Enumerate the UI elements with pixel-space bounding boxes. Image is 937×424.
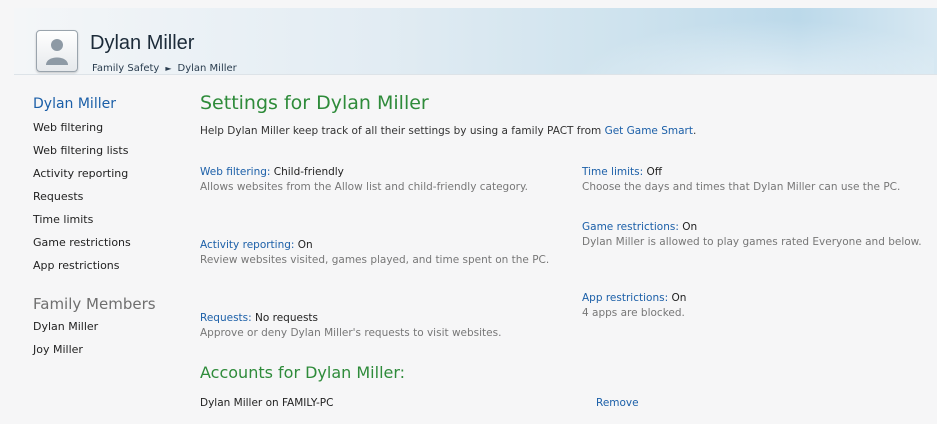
family-members-heading: Family Members (33, 295, 156, 313)
sidebar: Dylan Miller Web filtering Web filtering… (33, 96, 183, 361)
sidebar-item-requests[interactable]: Requests (33, 185, 183, 208)
web-filtering-setting: Web filtering: Child-friendly Allows web… (200, 165, 545, 195)
requests-setting: Requests: No requests Approve or deny Dy… (200, 311, 580, 341)
time-limits-link[interactable]: Time limits: (582, 166, 643, 178)
game-restrictions-setting: Game restrictions: On Dylan Miller is al… (582, 220, 922, 250)
settings-heading: Settings for Dylan Miller (200, 92, 429, 114)
requests-desc: Approve or deny Dylan Miller's requests … (200, 327, 502, 339)
family-member-joy[interactable]: Joy Miller (33, 338, 183, 361)
time-limits-value: Off (646, 166, 662, 178)
breadcrumb-family-safety[interactable]: Family Safety (92, 63, 159, 74)
web-filtering-link[interactable]: Web filtering: (200, 166, 270, 178)
app-restrictions-setting: App restrictions: On 4 apps are blocked. (582, 291, 922, 321)
activity-reporting-desc: Review websites visited, games played, a… (200, 254, 550, 266)
app-restrictions-link[interactable]: App restrictions: (582, 292, 668, 304)
intro-text: Help Dylan Miller keep track of all thei… (200, 125, 696, 137)
sidebar-item-time-limits[interactable]: Time limits (33, 208, 183, 231)
time-limits-setting: Time limits: Off Choose the days and tim… (582, 165, 937, 195)
intro-period: . (693, 125, 697, 137)
family-member-dylan[interactable]: Dylan Miller (33, 315, 183, 338)
sidebar-user-link[interactable]: Dylan Miller (33, 96, 183, 112)
game-restrictions-desc: Dylan Miller is allowed to play games ra… (582, 236, 922, 248)
accounts-heading: Accounts for Dylan Miller: (200, 363, 406, 382)
activity-reporting-setting: Activity reporting: On Review websites v… (200, 238, 565, 268)
user-icon (46, 39, 68, 65)
activity-reporting-value: On (297, 239, 313, 251)
page-title: Dylan Miller (90, 32, 195, 54)
sidebar-item-app-restrictions[interactable]: App restrictions (33, 254, 183, 277)
sidebar-item-game-restrictions[interactable]: Game restrictions (33, 231, 183, 254)
header-decoration (534, 8, 934, 74)
user-avatar (36, 30, 78, 72)
page-header: Dylan Miller Family Safety ► Dylan Mille… (14, 8, 937, 75)
breadcrumb: Family Safety ► Dylan Miller (92, 63, 237, 74)
requests-value: No requests (255, 312, 319, 324)
intro-body: Help Dylan Miller keep track of all thei… (200, 125, 602, 137)
activity-reporting-link[interactable]: Activity reporting: (200, 239, 294, 251)
web-filtering-desc: Allows websites from the Allow list and … (200, 181, 529, 193)
sidebar-item-web-filtering-lists[interactable]: Web filtering lists (33, 139, 183, 162)
breadcrumb-current: Dylan Miller (177, 63, 237, 74)
requests-link[interactable]: Requests: (200, 312, 252, 324)
app-restrictions-desc: 4 apps are blocked. (582, 307, 685, 319)
main-content: Settings for Dylan Miller Help Dylan Mil… (200, 92, 937, 409)
sidebar-item-activity-reporting[interactable]: Activity reporting (33, 162, 183, 185)
get-game-smart-link[interactable]: Get Game Smart (605, 125, 693, 137)
account-name: Dylan Miller on FAMILY-PC (200, 397, 334, 409)
game-restrictions-value: On (682, 221, 698, 233)
game-restrictions-link[interactable]: Game restrictions: (582, 221, 679, 233)
web-filtering-value: Child-friendly (273, 166, 344, 178)
breadcrumb-arrow-icon: ► (165, 64, 172, 73)
time-limits-desc: Choose the days and times that Dylan Mil… (582, 181, 901, 193)
sidebar-item-web-filtering[interactable]: Web filtering (33, 116, 183, 139)
app-restrictions-value: On (671, 292, 687, 304)
remove-account-link[interactable]: Remove (596, 397, 639, 409)
